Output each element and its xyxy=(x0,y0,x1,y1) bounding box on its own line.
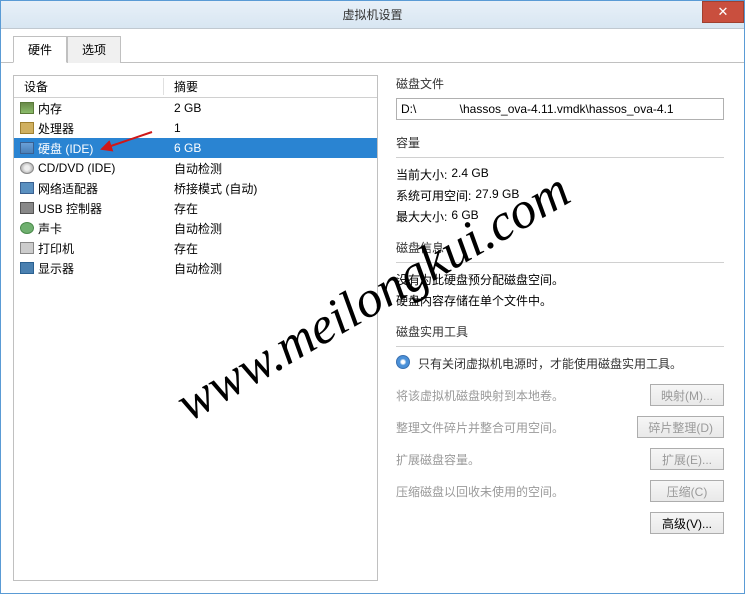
utility-text: 压缩磁盘以回收未使用的空间。 xyxy=(396,483,642,500)
utility-button[interactable]: 碎片整理(D) xyxy=(637,416,724,438)
diskinfo-line2: 硬盘内容存储在单个文件中。 xyxy=(396,292,724,309)
device-row[interactable]: 硬盘 (IDE) 6 GB xyxy=(14,138,377,158)
diskinfo-group: 磁盘信息 没有为此硬盘预分配磁盘空间。 硬盘内容存储在单个文件中。 xyxy=(396,239,724,309)
utilities-note: 只有关闭虚拟机电源时，才能使用磁盘实用工具。 xyxy=(418,355,682,372)
diskfile-group: 磁盘文件 xyxy=(396,75,724,120)
capacity-current-value: 2.4 GB xyxy=(451,166,488,183)
device-name: 处理器 xyxy=(38,120,74,137)
capacity-free-label: 系统可用空间: xyxy=(396,187,471,204)
device-name: 打印机 xyxy=(38,240,74,257)
info-icon xyxy=(396,355,410,369)
utility-row: 整理文件碎片并整合可用空间。碎片整理(D) xyxy=(396,416,724,438)
utilities-note-row: 只有关闭虚拟机电源时，才能使用磁盘实用工具。 xyxy=(396,355,724,372)
device-list-header: 设备 摘要 xyxy=(14,76,377,98)
device-row[interactable]: 处理器 1 xyxy=(14,118,377,138)
detail-panel: 磁盘文件 容量 当前大小: 2.4 GB 系统可用空间: 27.9 GB 最大大… xyxy=(388,75,732,581)
device-name: 硬盘 (IDE) xyxy=(38,140,93,157)
device-summary: 自动检测 xyxy=(164,160,222,177)
device-row[interactable]: 显示器 自动检测 xyxy=(14,258,377,278)
device-name: 网络适配器 xyxy=(38,180,98,197)
utility-text: 整理文件碎片并整合可用空间。 xyxy=(396,419,629,436)
col-header-summary: 摘要 xyxy=(164,78,198,95)
capacity-max-label: 最大大小: xyxy=(396,208,447,225)
diskfile-path-input[interactable] xyxy=(396,98,724,120)
utility-text: 扩展磁盘容量。 xyxy=(396,451,642,468)
diskinfo-title: 磁盘信息 xyxy=(396,239,724,256)
diskinfo-line1: 没有为此硬盘预分配磁盘空间。 xyxy=(396,271,724,288)
device-summary: 自动检测 xyxy=(164,220,222,237)
utility-button[interactable]: 压缩(C) xyxy=(650,480,724,502)
mon-icon xyxy=(20,262,34,274)
device-row[interactable]: 网络适配器 桥接模式 (自动) xyxy=(14,178,377,198)
device-summary: 自动检测 xyxy=(164,260,222,277)
vm-settings-window: 虚拟机设置 ✕ 硬件 选项 设备 摘要 内存 2 GB 处理器 1 硬盘 (IDE) 6 … xyxy=(0,0,745,594)
device-name: 内存 xyxy=(38,100,62,117)
divider xyxy=(396,262,724,263)
device-row[interactable]: CD/DVD (IDE) 自动检测 xyxy=(14,158,377,178)
mem-icon xyxy=(20,102,34,114)
capacity-free-value: 27.9 GB xyxy=(475,187,519,204)
utilities-group: 磁盘实用工具 只有关闭虚拟机电源时，才能使用磁盘实用工具。 将该虚拟机磁盘映射到… xyxy=(396,323,724,534)
tab-bar: 硬件 选项 xyxy=(1,29,744,63)
disk-icon xyxy=(20,142,34,154)
cd-icon xyxy=(20,162,34,174)
utility-row: 扩展磁盘容量。扩展(E)... xyxy=(396,448,724,470)
col-header-device: 设备 xyxy=(14,78,164,95)
utility-button[interactable]: 扩展(E)... xyxy=(650,448,724,470)
prn-icon xyxy=(20,242,34,254)
window-title: 虚拟机设置 xyxy=(342,6,402,23)
tab-hardware[interactable]: 硬件 xyxy=(13,36,67,63)
divider xyxy=(396,346,724,347)
titlebar: 虚拟机设置 ✕ xyxy=(1,1,744,29)
usb-icon xyxy=(20,202,34,214)
device-row[interactable]: 打印机 存在 xyxy=(14,238,377,258)
advanced-button[interactable]: 高级(V)... xyxy=(650,512,724,534)
snd-icon xyxy=(20,222,34,234)
content-area: 设备 摘要 内存 2 GB 处理器 1 硬盘 (IDE) 6 GB CD/DVD (IDE)… xyxy=(1,63,744,593)
divider xyxy=(396,157,724,158)
capacity-group: 容量 当前大小: 2.4 GB 系统可用空间: 27.9 GB 最大大小: 6 … xyxy=(396,134,724,225)
device-list[interactable]: 内存2 GB处理器1硬盘 (IDE)6 GBCD/DVD (IDE)自动检测网络… xyxy=(14,98,377,580)
device-row[interactable]: 声卡 自动检测 xyxy=(14,218,377,238)
net-icon xyxy=(20,182,34,194)
utilities-title: 磁盘实用工具 xyxy=(396,323,724,340)
device-summary: 2 GB xyxy=(164,101,201,115)
device-summary: 桥接模式 (自动) xyxy=(164,180,257,197)
device-name: USB 控制器 xyxy=(38,200,102,217)
utility-button[interactable]: 映射(M)... xyxy=(650,384,724,406)
utility-row: 将该虚拟机磁盘映射到本地卷。映射(M)... xyxy=(396,384,724,406)
device-row[interactable]: 内存 2 GB xyxy=(14,98,377,118)
device-name: 显示器 xyxy=(38,260,74,277)
close-icon: ✕ xyxy=(718,4,729,20)
capacity-max-value: 6 GB xyxy=(451,208,478,225)
device-summary: 1 xyxy=(164,121,181,135)
utility-text: 将该虚拟机磁盘映射到本地卷。 xyxy=(396,387,642,404)
cpu-icon xyxy=(20,122,34,134)
close-button[interactable]: ✕ xyxy=(702,1,744,23)
device-summary: 存在 xyxy=(164,240,198,257)
device-summary: 6 GB xyxy=(164,141,201,155)
device-row[interactable]: USB 控制器 存在 xyxy=(14,198,377,218)
device-name: 声卡 xyxy=(38,220,62,237)
utility-row: 压缩磁盘以回收未使用的空间。压缩(C) xyxy=(396,480,724,502)
device-list-panel: 设备 摘要 内存 2 GB 处理器 1 硬盘 (IDE) 6 GB CD/DVD (IDE)… xyxy=(13,75,378,581)
capacity-title: 容量 xyxy=(396,134,724,151)
device-name: CD/DVD (IDE) xyxy=(38,161,115,175)
device-summary: 存在 xyxy=(164,200,198,217)
tab-options[interactable]: 选项 xyxy=(67,36,121,63)
diskfile-title: 磁盘文件 xyxy=(396,75,724,92)
capacity-current-label: 当前大小: xyxy=(396,166,447,183)
